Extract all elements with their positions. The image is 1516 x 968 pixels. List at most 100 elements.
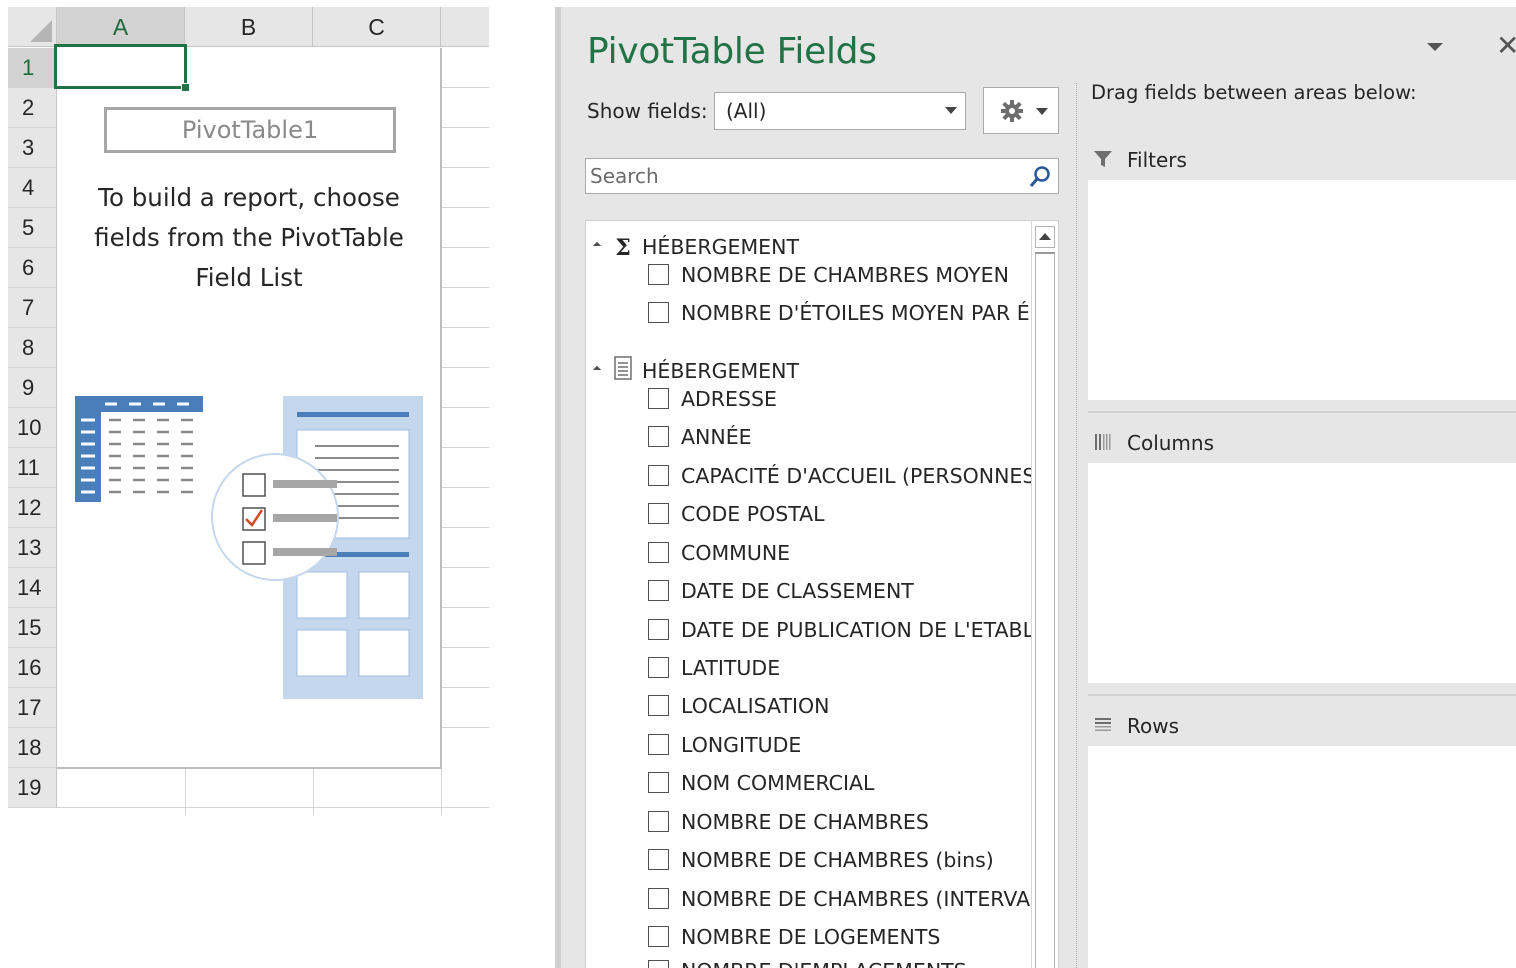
- row-header-11[interactable]: 11: [8, 448, 57, 488]
- column-header-c[interactable]: C: [313, 7, 441, 47]
- column-header-d-partial[interactable]: [441, 7, 489, 47]
- gridline: [442, 247, 489, 248]
- search-input[interactable]: [590, 161, 1020, 191]
- field-item[interactable]: LONGITUDE: [648, 730, 801, 760]
- tools-gear-button[interactable]: [983, 87, 1059, 134]
- field-checkbox[interactable]: [648, 541, 669, 563]
- field-list-scrollbar[interactable]: [1031, 221, 1058, 968]
- chevron-down-icon: [1036, 108, 1048, 115]
- field-item[interactable]: NOM COMMERCIAL: [648, 768, 874, 798]
- group-label: HÉBERGEMENT: [642, 359, 799, 383]
- field-checkbox[interactable]: [648, 387, 669, 409]
- scroll-thumb[interactable]: [1035, 252, 1055, 968]
- field-item[interactable]: LATITUDE: [648, 653, 780, 683]
- field-item[interactable]: NOMBRE DE LOGEMENTS: [648, 922, 940, 952]
- row-header-9[interactable]: 9: [8, 368, 57, 408]
- area-separator: [1088, 411, 1516, 413]
- row-header-3[interactable]: 3: [8, 128, 57, 168]
- field-checkbox[interactable]: [648, 618, 669, 640]
- row-header-16[interactable]: 16: [8, 648, 57, 688]
- columns-drop-area[interactable]: [1088, 463, 1516, 683]
- field-item[interactable]: DATE DE CLASSEMENT: [648, 576, 914, 606]
- show-fields-dropdown[interactable]: (All): [714, 92, 966, 130]
- field-checkbox[interactable]: [648, 301, 669, 323]
- field-checkbox[interactable]: [648, 425, 669, 447]
- collapse-arrow-icon[interactable]: [592, 241, 602, 251]
- search-icon[interactable]: [1028, 165, 1052, 189]
- field-item[interactable]: NOMBRE DE CHAMBRES MOYEN: [648, 260, 1009, 290]
- field-checkbox[interactable]: [648, 887, 669, 909]
- show-fields-label: Show fields:: [587, 99, 708, 123]
- field-group-measures[interactable]: Σ HÉBERGEMENT: [592, 232, 799, 262]
- field-label: LATITUDE: [681, 656, 781, 680]
- field-item[interactable]: COMMUNE: [648, 538, 790, 568]
- close-icon: ✕: [1496, 30, 1516, 61]
- field-label: LONGITUDE: [681, 733, 802, 757]
- row-header-12[interactable]: 12: [8, 488, 57, 528]
- field-checkbox[interactable]: [648, 579, 669, 601]
- row-header-1[interactable]: 1: [8, 48, 57, 88]
- row-header-8[interactable]: 8: [8, 328, 57, 368]
- field-search-box[interactable]: [585, 158, 1059, 194]
- field-checkbox[interactable]: [648, 263, 669, 285]
- field-item[interactable]: CAPACITÉ D'ACCUEIL (PERSONNES): [648, 461, 1043, 491]
- close-pane-button[interactable]: ✕: [1496, 31, 1516, 61]
- field-label: NOMBRE DE CHAMBRES (INTERVA...: [681, 887, 1050, 911]
- gridline: [442, 407, 489, 408]
- field-item[interactable]: CODE POSTAL: [648, 499, 825, 529]
- field-item[interactable]: DATE DE PUBLICATION DE L'ETABL...: [648, 615, 1054, 645]
- field-item[interactable]: NOMBRE DE CHAMBRES: [648, 807, 929, 837]
- field-label: ANNÉE: [681, 425, 752, 449]
- pane-options-button[interactable]: [1425, 37, 1445, 57]
- row-header-7[interactable]: 7: [8, 288, 57, 328]
- pivot-instruction-text: To build a report, choose fields from th…: [94, 183, 404, 292]
- drag-fields-hint: Drag fields between areas below:: [1091, 81, 1417, 104]
- row-header-6[interactable]: 6: [8, 248, 57, 288]
- field-label: ADRESSE: [681, 387, 777, 411]
- gridline: [442, 487, 489, 488]
- field-checkbox[interactable]: [648, 848, 669, 870]
- column-header-b[interactable]: B: [185, 7, 313, 47]
- scroll-up-button[interactable]: [1035, 226, 1055, 248]
- field-item[interactable]: NOMBRE D'EMPLACEMENTS: [648, 956, 967, 968]
- row-header-14[interactable]: 14: [8, 568, 57, 608]
- row-header-17[interactable]: 17: [8, 688, 57, 728]
- field-item[interactable]: NOMBRE DE CHAMBRES (INTERVA...: [648, 884, 1049, 914]
- field-item[interactable]: ADRESSE: [648, 384, 777, 414]
- row-header-19[interactable]: 19: [8, 768, 57, 808]
- field-checkbox[interactable]: [648, 771, 669, 793]
- row-header-15[interactable]: 15: [8, 608, 57, 648]
- field-checkbox[interactable]: [648, 925, 669, 947]
- field-checkbox[interactable]: [648, 694, 669, 716]
- select-all-corner[interactable]: [8, 7, 57, 47]
- collapse-arrow-icon[interactable]: [592, 365, 602, 375]
- field-label: NOMBRE DE CHAMBRES (bins): [681, 848, 994, 872]
- field-item[interactable]: ANNÉE: [648, 422, 752, 452]
- field-checkbox[interactable]: [648, 959, 669, 968]
- row-header-2[interactable]: 2: [8, 88, 57, 128]
- field-checkbox[interactable]: [648, 464, 669, 486]
- column-header-a[interactable]: A: [57, 7, 185, 47]
- field-item[interactable]: NOMBRE D'ÉTOILES MOYEN PAR É...: [648, 298, 1049, 328]
- row-header-5[interactable]: 5: [8, 208, 57, 248]
- field-checkbox[interactable]: [648, 733, 669, 755]
- pane-title: PivotTable Fields: [587, 31, 877, 72]
- field-item[interactable]: NOMBRE DE CHAMBRES (bins): [648, 845, 994, 875]
- rows-drop-area[interactable]: [1088, 746, 1516, 968]
- row-header-18[interactable]: 18: [8, 728, 57, 768]
- fill-handle[interactable]: [181, 83, 190, 92]
- gridline: [442, 687, 489, 688]
- field-group-table[interactable]: HÉBERGEMENT: [592, 356, 799, 386]
- field-item[interactable]: LOCALISATION: [648, 691, 830, 721]
- pivot-table-placeholder[interactable]: PivotTable1 To build a report, choose fi…: [57, 48, 442, 769]
- row-header-4[interactable]: 4: [8, 168, 57, 208]
- row-header-10[interactable]: 10: [8, 408, 57, 448]
- active-cell-a1[interactable]: [54, 44, 187, 89]
- filters-drop-area[interactable]: [1088, 180, 1516, 400]
- gridline: [442, 287, 489, 288]
- rows-area-header: Rows: [1093, 714, 1179, 740]
- field-checkbox[interactable]: [648, 810, 669, 832]
- row-header-13[interactable]: 13: [8, 528, 57, 568]
- field-checkbox[interactable]: [648, 502, 669, 524]
- field-checkbox[interactable]: [648, 656, 669, 678]
